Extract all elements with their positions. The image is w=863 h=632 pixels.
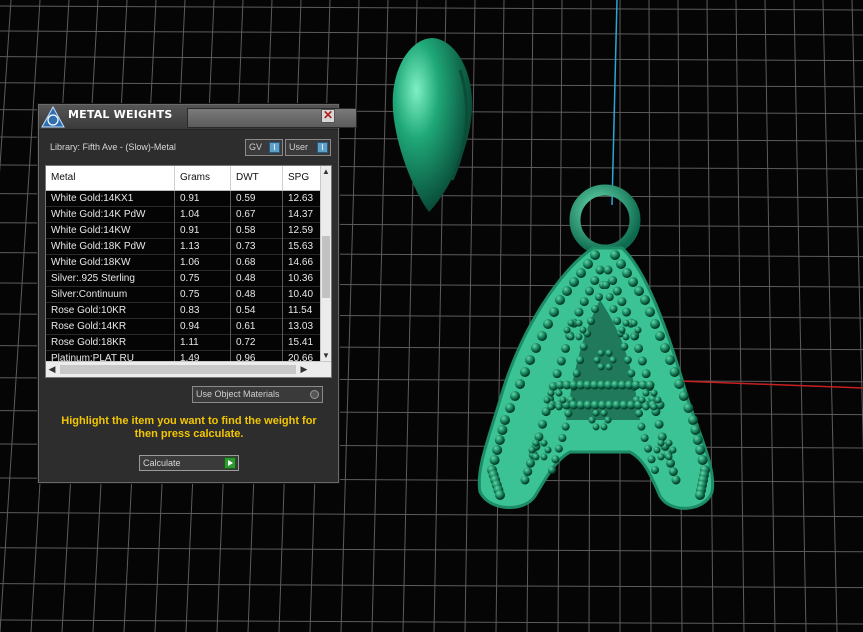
teardrop-model[interactable] [392, 38, 473, 212]
dwt-cell: 0.67 [231, 207, 283, 223]
column-header-metal[interactable]: Metal [46, 166, 175, 190]
use-object-materials-label: Use Object Materials [196, 389, 280, 399]
metal-cell: White Gold:18KW [46, 255, 175, 271]
grams-cell: 0.91 [175, 223, 231, 239]
metal-cell: Silver:Continuum [46, 287, 175, 303]
radio-icon[interactable] [310, 390, 319, 399]
grams-cell: 0.75 [175, 287, 231, 303]
user-toggle-label: User [289, 142, 309, 152]
y-axis-line [611, 0, 618, 206]
grams-cell: 1.13 [175, 239, 231, 255]
user-toggle[interactable]: User I [285, 139, 331, 156]
spg-cell: 15.63 [288, 241, 314, 252]
column-header-grams[interactable]: Grams [175, 166, 231, 190]
metal-cell: Rose Gold:10KR [46, 303, 175, 319]
chevron-left-icon[interactable]: ◀ [46, 362, 58, 377]
table-row[interactable]: White Gold:14KX1 0.91 0.59 12.63 [46, 191, 322, 207]
play-icon[interactable] [224, 457, 236, 469]
metal-cell: Silver:.925 Sterling [46, 271, 175, 287]
column-header-spg[interactable]: SPG [283, 166, 322, 190]
metal-cell: White Gold:14K PdW [46, 207, 175, 223]
dwt-cell: 0.59 [231, 191, 283, 207]
dwt-cell: 0.61 [231, 319, 283, 335]
spg-cell: 15.41 [288, 337, 314, 348]
spg-cell: 10.40 [288, 289, 314, 300]
instruction-text: Highlight the item you want to find the … [61, 415, 317, 440]
metal-weights-dialog: METAL WEIGHTS ✕ Library: Fifth Ave - (Sl… [38, 104, 357, 483]
dwt-cell: 0.58 [231, 223, 283, 239]
dwt-cell: 0.54 [231, 303, 283, 319]
dialog-title-bar[interactable]: METAL WEIGHTS ✕ [39, 105, 357, 130]
toggle-switch-icon: I [317, 142, 328, 153]
metal-cell: White Gold:18K PdW [46, 239, 175, 255]
library-label: Library: Fifth Ave - (Slow)-Metal [50, 142, 176, 152]
chevron-up-icon[interactable]: ▲ [321, 166, 331, 178]
close-icon[interactable]: ✕ [321, 109, 335, 123]
spg-cell: 10.36 [288, 273, 314, 284]
spg-cell: 14.37 [288, 209, 314, 220]
metal-cell: Rose Gold:14KR [46, 319, 175, 335]
metal-cell: White Gold:14KX1 [46, 191, 175, 207]
table-row[interactable]: Silver:Continuum 0.75 0.48 10.40 [46, 287, 322, 303]
calculate-button[interactable]: Calculate [139, 455, 239, 471]
grams-cell: 1.04 [175, 207, 231, 223]
vertical-scroll-thumb[interactable] [322, 236, 330, 298]
table-rows: White Gold:14KX1 0.91 0.59 12.63 White Gold:… [46, 191, 322, 367]
metal-cell: White Gold:14KW [46, 223, 175, 239]
spg-cell: 14.66 [288, 257, 314, 268]
grams-cell: 0.94 [175, 319, 231, 335]
table-header: Metal Grams DWT SPG [46, 166, 322, 191]
table-row[interactable]: Rose Gold:18KR 1.11 0.72 15.41 [46, 335, 322, 351]
chevron-right-icon[interactable]: ▶ [298, 362, 310, 377]
grams-cell: 0.91 [175, 191, 231, 207]
vertical-scrollbar[interactable]: ▲ ▼ [320, 166, 331, 362]
metal-cell: Rose Gold:18KR [46, 335, 175, 351]
spg-cell: 13.03 [288, 321, 314, 332]
gv-toggle[interactable]: GV I [245, 139, 283, 156]
gv-toggle-label: GV [249, 142, 263, 152]
dialog-title: METAL WEIGHTS [68, 108, 173, 121]
table-row[interactable]: White Gold:14KW 0.91 0.58 12.59 [46, 223, 322, 239]
column-header-dwt[interactable]: DWT [231, 166, 283, 190]
dwt-cell: 0.48 [231, 287, 283, 303]
dwt-cell: 0.48 [231, 271, 283, 287]
calculate-label: Calculate [143, 458, 181, 468]
horizontal-scroll-thumb[interactable] [60, 365, 296, 374]
spg-cell: 12.63 [288, 193, 314, 204]
app-logo-icon [41, 106, 65, 128]
grams-cell: 1.06 [175, 255, 231, 271]
table-row[interactable]: Silver:.925 Sterling 0.75 0.48 10.36 [46, 271, 322, 287]
dwt-cell: 0.72 [231, 335, 283, 351]
dwt-cell: 0.68 [231, 255, 283, 271]
toggle-switch-icon: I [269, 142, 280, 153]
table-row[interactable]: Rose Gold:10KR 0.83 0.54 11.54 [46, 303, 322, 319]
metal-table: Metal Grams DWT SPG White Gold:14KX1 0.91… [45, 165, 332, 378]
grams-cell: 0.83 [175, 303, 231, 319]
table-row[interactable]: Rose Gold:14KR 0.94 0.61 13.03 [46, 319, 322, 335]
spg-cell: 12.59 [288, 225, 314, 236]
table-row[interactable]: White Gold:14K PdW 1.04 0.67 14.37 [46, 207, 322, 223]
use-object-materials-option[interactable]: Use Object Materials [192, 386, 323, 403]
spg-cell: 11.54 [288, 305, 313, 316]
grams-cell: 0.75 [175, 271, 231, 287]
table-row[interactable]: White Gold:18K PdW 1.13 0.73 15.63 [46, 239, 322, 255]
dwt-cell: 0.73 [231, 239, 283, 255]
grams-cell: 1.11 [175, 335, 231, 351]
table-row[interactable]: White Gold:18KW 1.06 0.68 14.66 [46, 255, 322, 271]
horizontal-scrollbar[interactable]: ◀ ▶ [46, 361, 331, 377]
